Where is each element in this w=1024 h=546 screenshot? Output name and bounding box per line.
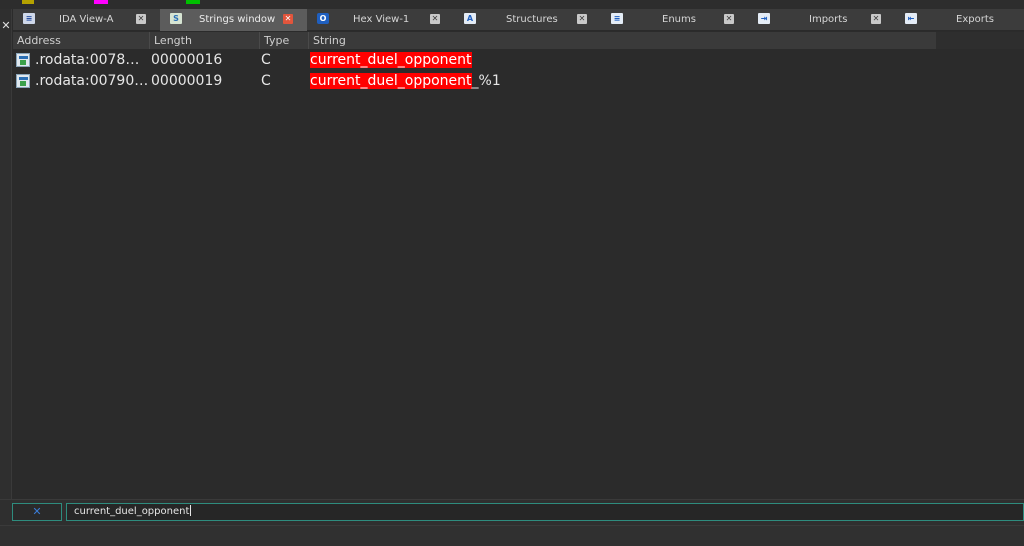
search-match-highlight: current_duel_opponent bbox=[310, 73, 472, 89]
length-cell: 00000016 bbox=[151, 52, 223, 68]
close-icon[interactable]: ✕ bbox=[724, 14, 734, 24]
clear-filter-button[interactable]: ✕ bbox=[12, 503, 62, 521]
structures-icon: A bbox=[464, 13, 476, 24]
exports-icon: ⇤ bbox=[905, 13, 917, 24]
tab-hex-view-1[interactable]: O Hex View-1 ✕ bbox=[307, 9, 454, 31]
length-cell: 00000019 bbox=[151, 73, 223, 89]
hex-icon: O bbox=[317, 13, 329, 24]
string-item-icon bbox=[16, 53, 30, 67]
enums-icon: ≡ bbox=[611, 13, 623, 24]
tab-label: Structures bbox=[506, 14, 558, 25]
close-icon[interactable]: ✕ bbox=[871, 14, 881, 24]
table-header: Address Length Type String bbox=[13, 32, 936, 49]
type-cell: C bbox=[261, 52, 271, 68]
search-match-highlight: current_duel_opponent bbox=[310, 52, 472, 68]
tab-imports[interactable]: ⇥ Imports ✕ bbox=[748, 9, 895, 31]
left-dock-gutter: ✕ bbox=[0, 9, 12, 499]
tab-label: Exports bbox=[956, 14, 994, 25]
tab-ida-view-a[interactable]: ≡ IDA View-A ✕ bbox=[13, 9, 160, 31]
address-cell: .rodata:00790… bbox=[35, 73, 149, 89]
clear-filter-icon: ✕ bbox=[32, 505, 42, 518]
column-header-address[interactable]: Address bbox=[13, 32, 150, 49]
tab-structures[interactable]: A Structures ✕ bbox=[454, 9, 601, 31]
string-cell: current_duel_opponent bbox=[310, 50, 1010, 71]
string-remainder: _%1 bbox=[471, 73, 501, 89]
tab-label: Hex View-1 bbox=[353, 14, 410, 25]
close-icon[interactable]: ✕ bbox=[430, 14, 440, 24]
close-icon[interactable]: ✕ bbox=[0, 19, 12, 33]
strings-icon: S bbox=[170, 13, 182, 24]
table-header-filler bbox=[936, 32, 1024, 49]
legend-swatch-lumina bbox=[94, 0, 108, 4]
imports-icon: ⇥ bbox=[758, 13, 770, 24]
string-cell: current_duel_opponent_%1 bbox=[310, 71, 1010, 92]
tab-label: Strings window bbox=[199, 14, 276, 25]
status-bar bbox=[0, 525, 1024, 546]
table-row[interactable]: .rodata:0078… 00000016 C current_duel_op… bbox=[13, 50, 1024, 71]
legend-swatch-library bbox=[22, 0, 34, 4]
close-icon[interactable]: ✕ bbox=[577, 14, 587, 24]
tab-label: IDA View-A bbox=[59, 14, 114, 25]
tab-bar: ≡ IDA View-A ✕ S Strings window ✕ O Hex … bbox=[13, 9, 1024, 31]
column-header-string[interactable]: String bbox=[309, 32, 936, 49]
tab-enums[interactable]: ≡ Enums ✕ bbox=[601, 9, 748, 31]
tab-strings-window[interactable]: S Strings window ✕ bbox=[160, 9, 307, 31]
close-icon[interactable]: ✕ bbox=[136, 14, 146, 24]
address-cell: .rodata:0078… bbox=[35, 52, 140, 68]
tab-label: Enums bbox=[662, 14, 696, 25]
tab-label: Imports bbox=[809, 14, 848, 25]
quick-filter-input[interactable]: current_duel_opponent bbox=[66, 503, 1024, 521]
quick-filter-value: current_duel_opponent bbox=[74, 506, 190, 517]
table-row[interactable]: .rodata:00790… 00000019 C current_duel_o… bbox=[13, 71, 1024, 92]
disassembly-icon: ≡ bbox=[23, 13, 35, 24]
ida-window: ✕ ≡ IDA View-A ✕ S Strings window ✕ O He… bbox=[0, 0, 1024, 546]
tab-exports[interactable]: ⇤ Exports bbox=[895, 9, 1024, 31]
text-caret bbox=[190, 505, 192, 516]
strings-table: .rodata:0078… 00000016 C current_duel_op… bbox=[13, 49, 1024, 499]
column-header-type[interactable]: Type bbox=[260, 32, 309, 49]
close-icon[interactable]: ✕ bbox=[283, 14, 293, 24]
string-item-icon bbox=[16, 74, 30, 88]
legend-swatch-regular bbox=[186, 0, 200, 4]
type-cell: C bbox=[261, 73, 271, 89]
column-header-length[interactable]: Length bbox=[150, 32, 260, 49]
legend-strip bbox=[0, 0, 1024, 9]
